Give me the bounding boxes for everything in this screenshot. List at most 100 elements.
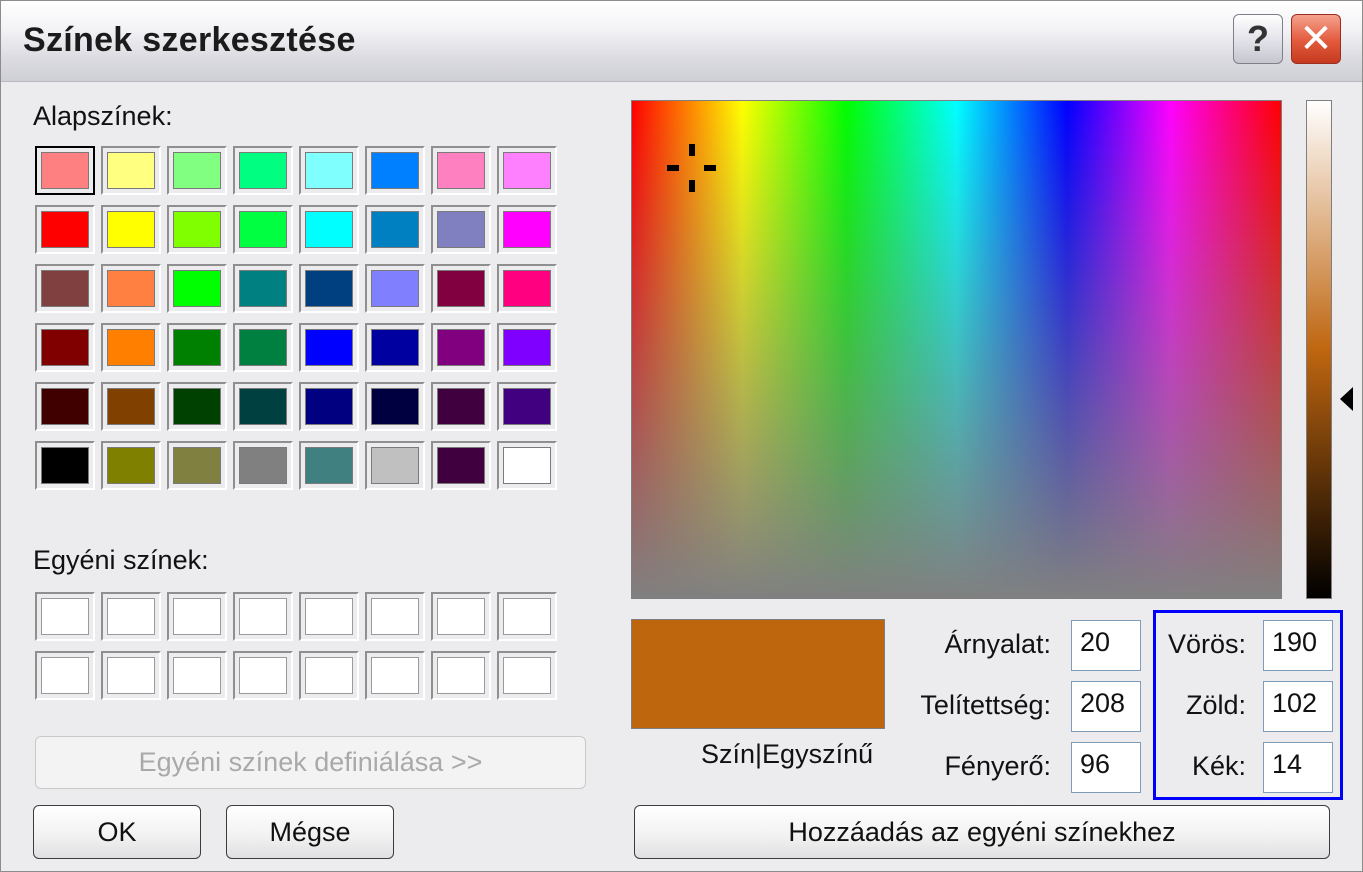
green-field[interactable]: 102 — [1263, 681, 1333, 732]
close-button[interactable]: ✕ — [1291, 14, 1341, 64]
swatch-fill — [371, 211, 419, 248]
custom-color-swatch[interactable] — [365, 592, 425, 641]
basic-color-swatch[interactable] — [299, 205, 359, 254]
basic-color-swatch[interactable] — [497, 205, 557, 254]
red-field[interactable]: 190 — [1263, 620, 1333, 671]
basic-color-swatch[interactable] — [233, 323, 293, 372]
custom-color-swatch[interactable] — [365, 651, 425, 700]
ok-button[interactable]: OK — [33, 805, 201, 859]
saturation-field[interactable]: 208 — [1071, 681, 1141, 732]
basic-color-swatch[interactable] — [233, 146, 293, 195]
basic-color-swatch[interactable] — [299, 146, 359, 195]
basic-color-swatch[interactable] — [431, 146, 491, 195]
basic-color-swatch[interactable] — [233, 264, 293, 313]
basic-color-swatch[interactable] — [497, 441, 557, 490]
basic-color-swatch[interactable] — [35, 264, 95, 313]
luminance-arrow-icon[interactable] — [1340, 387, 1353, 411]
dialog-title: Színek szerkesztése — [23, 21, 356, 59]
basic-color-swatch[interactable] — [497, 323, 557, 372]
basic-color-swatch[interactable] — [299, 382, 359, 431]
basic-color-swatch[interactable] — [365, 205, 425, 254]
swatch-fill — [41, 270, 89, 307]
title-bar[interactable]: Színek szerkesztése ? ✕ — [1, 1, 1362, 82]
basic-color-swatch[interactable] — [35, 205, 95, 254]
basic-color-swatch[interactable] — [101, 146, 161, 195]
basic-color-swatch[interactable] — [167, 264, 227, 313]
luminance-label: Fényerő: — [944, 751, 1051, 781]
basic-color-swatch[interactable] — [431, 323, 491, 372]
swatch-fill — [239, 598, 287, 635]
custom-color-swatch[interactable] — [101, 651, 161, 700]
custom-color-swatch[interactable] — [431, 651, 491, 700]
basic-color-swatch[interactable] — [101, 323, 161, 372]
hue-field[interactable]: 20 — [1071, 620, 1141, 671]
basic-color-swatch[interactable] — [167, 382, 227, 431]
custom-color-swatch[interactable] — [35, 592, 95, 641]
basic-color-swatch[interactable] — [167, 323, 227, 372]
basic-color-swatch[interactable] — [233, 382, 293, 431]
basic-color-swatch[interactable] — [233, 441, 293, 490]
basic-color-swatch[interactable] — [431, 264, 491, 313]
basic-color-swatch[interactable] — [101, 264, 161, 313]
blue-field[interactable]: 14 — [1263, 742, 1333, 793]
basic-color-swatch[interactable] — [101, 205, 161, 254]
basic-color-swatch[interactable] — [35, 441, 95, 490]
define-custom-colors-button[interactable]: Egyéni színek definiálása >> — [35, 736, 586, 789]
basic-color-swatch[interactable] — [431, 205, 491, 254]
basic-color-swatch[interactable] — [431, 382, 491, 431]
basic-color-swatch[interactable] — [35, 323, 95, 372]
swatch-fill — [239, 329, 287, 366]
custom-color-swatch[interactable] — [497, 651, 557, 700]
basic-color-swatch[interactable] — [167, 205, 227, 254]
custom-colors-label: Egyéni színek: — [33, 545, 209, 575]
basic-color-swatch[interactable] — [497, 146, 557, 195]
swatch-fill — [437, 329, 485, 366]
add-to-custom-colors-button[interactable]: Hozzáadás az egyéni színekhez — [634, 805, 1330, 859]
swatch-fill — [371, 270, 419, 307]
basic-color-swatch[interactable] — [365, 441, 425, 490]
swatch-fill — [305, 152, 353, 189]
custom-color-swatch[interactable] — [167, 651, 227, 700]
swatch-fill — [173, 388, 221, 425]
custom-color-swatch[interactable] — [35, 651, 95, 700]
luminance-slider[interactable] — [1306, 100, 1332, 599]
basic-color-swatch[interactable] — [365, 382, 425, 431]
swatch-fill — [305, 657, 353, 694]
basic-color-swatch[interactable] — [299, 441, 359, 490]
basic-color-swatch[interactable] — [365, 146, 425, 195]
swatch-fill — [437, 657, 485, 694]
custom-color-swatch[interactable] — [299, 592, 359, 641]
swatch-fill — [371, 388, 419, 425]
color-spectrum[interactable] — [631, 100, 1282, 599]
custom-color-swatch[interactable] — [101, 592, 161, 641]
basic-color-swatch[interactable] — [35, 146, 95, 195]
basic-color-swatch[interactable] — [431, 441, 491, 490]
basic-color-swatch[interactable] — [167, 441, 227, 490]
basic-color-swatch[interactable] — [365, 323, 425, 372]
basic-color-swatch[interactable] — [101, 382, 161, 431]
basic-color-swatch[interactable] — [497, 382, 557, 431]
basic-color-swatch[interactable] — [167, 146, 227, 195]
help-button[interactable]: ? — [1233, 14, 1283, 64]
swatch-fill — [41, 598, 89, 635]
custom-color-swatch[interactable] — [233, 592, 293, 641]
custom-color-swatch[interactable] — [233, 651, 293, 700]
swatch-fill — [305, 270, 353, 307]
custom-color-swatch[interactable] — [167, 592, 227, 641]
basic-color-swatch[interactable] — [497, 264, 557, 313]
swatch-fill — [503, 152, 551, 189]
cancel-button[interactable]: Mégse — [226, 805, 394, 859]
custom-color-swatch[interactable] — [299, 651, 359, 700]
basic-colors-label: Alapszínek: — [33, 101, 173, 131]
custom-color-swatch[interactable] — [431, 592, 491, 641]
basic-color-swatch[interactable] — [299, 323, 359, 372]
swatch-fill — [503, 388, 551, 425]
basic-color-swatch[interactable] — [365, 264, 425, 313]
basic-color-swatch[interactable] — [233, 205, 293, 254]
basic-color-swatch[interactable] — [101, 441, 161, 490]
luminance-field[interactable]: 96 — [1071, 742, 1141, 793]
basic-color-swatch[interactable] — [35, 382, 95, 431]
basic-color-swatch[interactable] — [299, 264, 359, 313]
swatch-fill — [239, 211, 287, 248]
custom-color-swatch[interactable] — [497, 592, 557, 641]
